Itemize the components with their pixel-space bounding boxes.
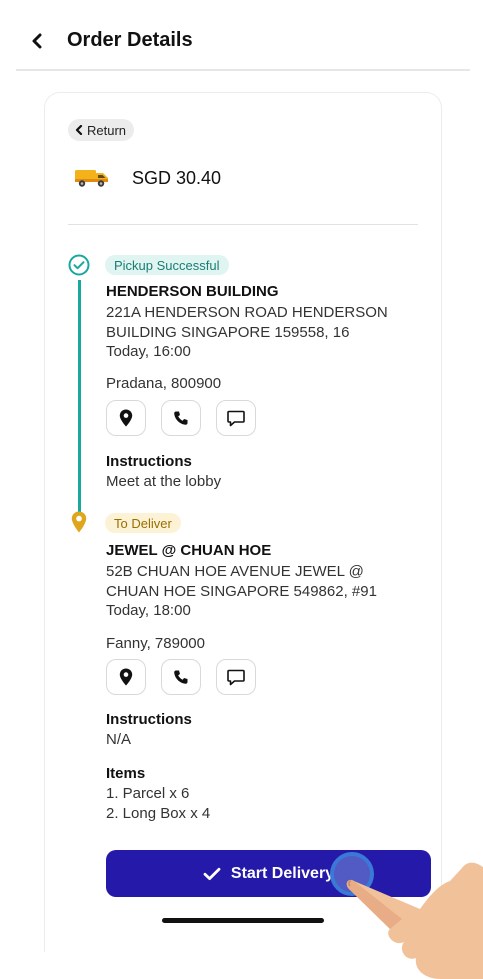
- order-card: [44, 92, 442, 952]
- pickup-time: Today, 16:00: [106, 343, 191, 360]
- pickup-call-button[interactable]: [161, 400, 201, 436]
- order-price: SGD 30.40: [132, 168, 222, 188]
- chat-bubble-icon: [227, 410, 245, 426]
- pickup-address-line-1: 221A HENDERSON ROAD HENDERSON: [106, 304, 388, 321]
- pickup-address-line-2: BUILDING SINGAPORE 159558, 16: [106, 324, 350, 341]
- location-pin-icon: [119, 668, 133, 686]
- return-label: Return: [87, 122, 127, 138]
- chevron-left-icon: [32, 33, 42, 49]
- checkmark-icon: [203, 867, 221, 880]
- location-pin-icon: [119, 409, 133, 427]
- phone-icon: [174, 411, 188, 425]
- delivery-map-button[interactable]: [106, 659, 146, 695]
- list-item: 2. Long Box x 4: [106, 805, 211, 822]
- chat-bubble-icon: [227, 669, 245, 685]
- location-pin-icon: [71, 511, 87, 533]
- start-delivery-label: Start Delivery: [230, 864, 335, 882]
- pickup-instructions: Meet at the lobby: [106, 473, 222, 490]
- delivery-truck-icon: [75, 170, 108, 187]
- delivery-instructions: N/A: [106, 731, 132, 748]
- items-label: Items: [106, 765, 146, 782]
- delivery-contact: Fanny, 789000: [106, 635, 205, 652]
- delivery-call-button[interactable]: [161, 659, 201, 695]
- chevron-left-icon: [75, 125, 83, 135]
- back-button[interactable]: [26, 30, 48, 52]
- status-badge-pickup: Pickup Successful: [105, 255, 229, 275]
- delivery-instructions-label: Instructions: [106, 711, 192, 728]
- return-button[interactable]: Return: [68, 119, 135, 141]
- delivery-address-line-2: CHUAN HOE SINGAPORE 549862, #91: [106, 583, 377, 600]
- pickup-instructions-label: Instructions: [106, 453, 192, 470]
- pickup-map-button[interactable]: [106, 400, 146, 436]
- delivery-time: Today, 18:00: [106, 602, 191, 619]
- timeline-line: [78, 280, 81, 512]
- list-item: 1. Parcel x 6: [106, 785, 190, 802]
- home-indicator: [162, 918, 324, 923]
- pickup-contact: Pradana, 800900: [106, 375, 222, 392]
- delivery-message-button[interactable]: [216, 659, 256, 695]
- pickup-message-button[interactable]: [216, 400, 256, 436]
- phone-icon: [174, 670, 188, 684]
- page-title: Order Details: [67, 29, 193, 51]
- delivery-address-line-1: 52B CHUAN HOE AVENUE JEWEL @: [106, 563, 364, 580]
- delivery-location-name: JEWEL @ CHUAN HOE: [106, 542, 272, 559]
- status-badge-delivery: To Deliver: [105, 513, 181, 533]
- pointing-hand-icon: [346, 862, 483, 979]
- check-circle-icon: [68, 254, 90, 276]
- divider: [68, 224, 418, 225]
- pickup-location-name: HENDERSON BUILDING: [106, 283, 279, 300]
